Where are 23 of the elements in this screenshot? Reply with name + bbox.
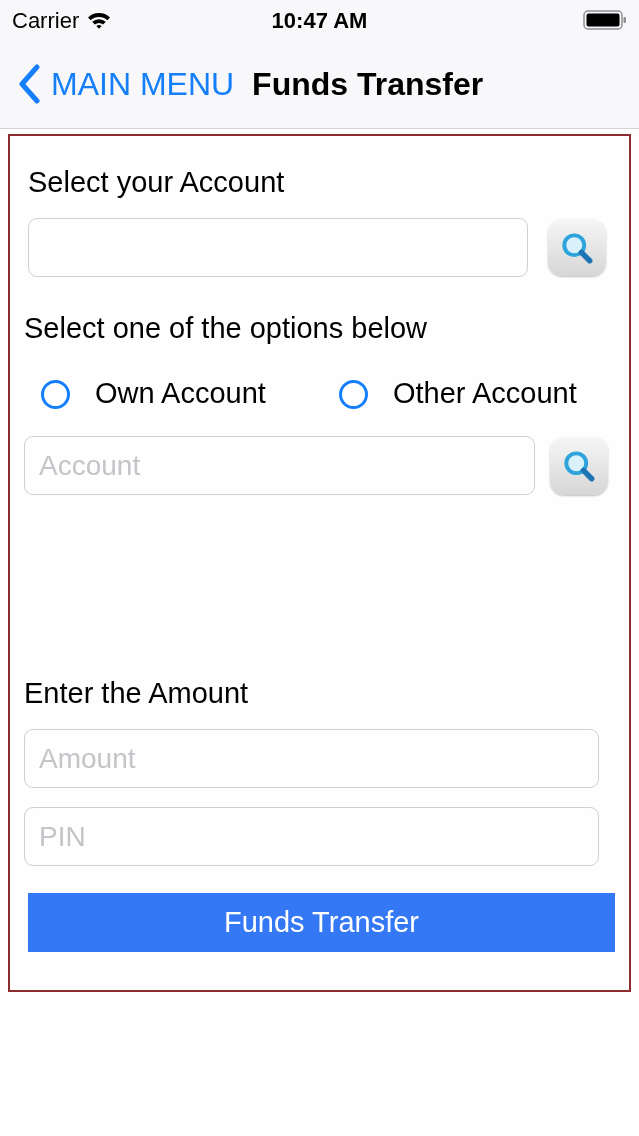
amount-field[interactable]: Amount bbox=[24, 729, 599, 788]
back-button[interactable]: MAIN MENU bbox=[17, 64, 235, 104]
account-field[interactable]: Account bbox=[24, 436, 535, 495]
section-label: Select your Account bbox=[28, 165, 286, 199]
chevron-left-icon bbox=[17, 64, 41, 104]
battery-icon bbox=[583, 10, 627, 30]
account-field[interactable] bbox=[28, 218, 528, 277]
submit-button[interactable]: Funds Transfer bbox=[28, 893, 615, 952]
radio-button[interactable] bbox=[41, 379, 70, 409]
carrier-label: Carrier bbox=[12, 6, 80, 35]
search-button[interactable] bbox=[550, 436, 608, 495]
section-label: Select one of the options below bbox=[24, 311, 429, 345]
search-button[interactable] bbox=[548, 219, 606, 276]
wifi-icon bbox=[87, 11, 112, 29]
section-label: Enter the Amount bbox=[24, 676, 250, 710]
pin-field[interactable]: PIN bbox=[24, 807, 599, 866]
search-icon bbox=[561, 231, 593, 264]
search-icon bbox=[563, 449, 595, 482]
page-title: Funds Transfer bbox=[252, 65, 484, 104]
radio-button[interactable] bbox=[339, 379, 368, 409]
option-label[interactable]: Own Account bbox=[95, 372, 266, 416]
option-label[interactable]: Other Account bbox=[393, 372, 577, 416]
status-time: 10:47 AM bbox=[271, 6, 368, 35]
